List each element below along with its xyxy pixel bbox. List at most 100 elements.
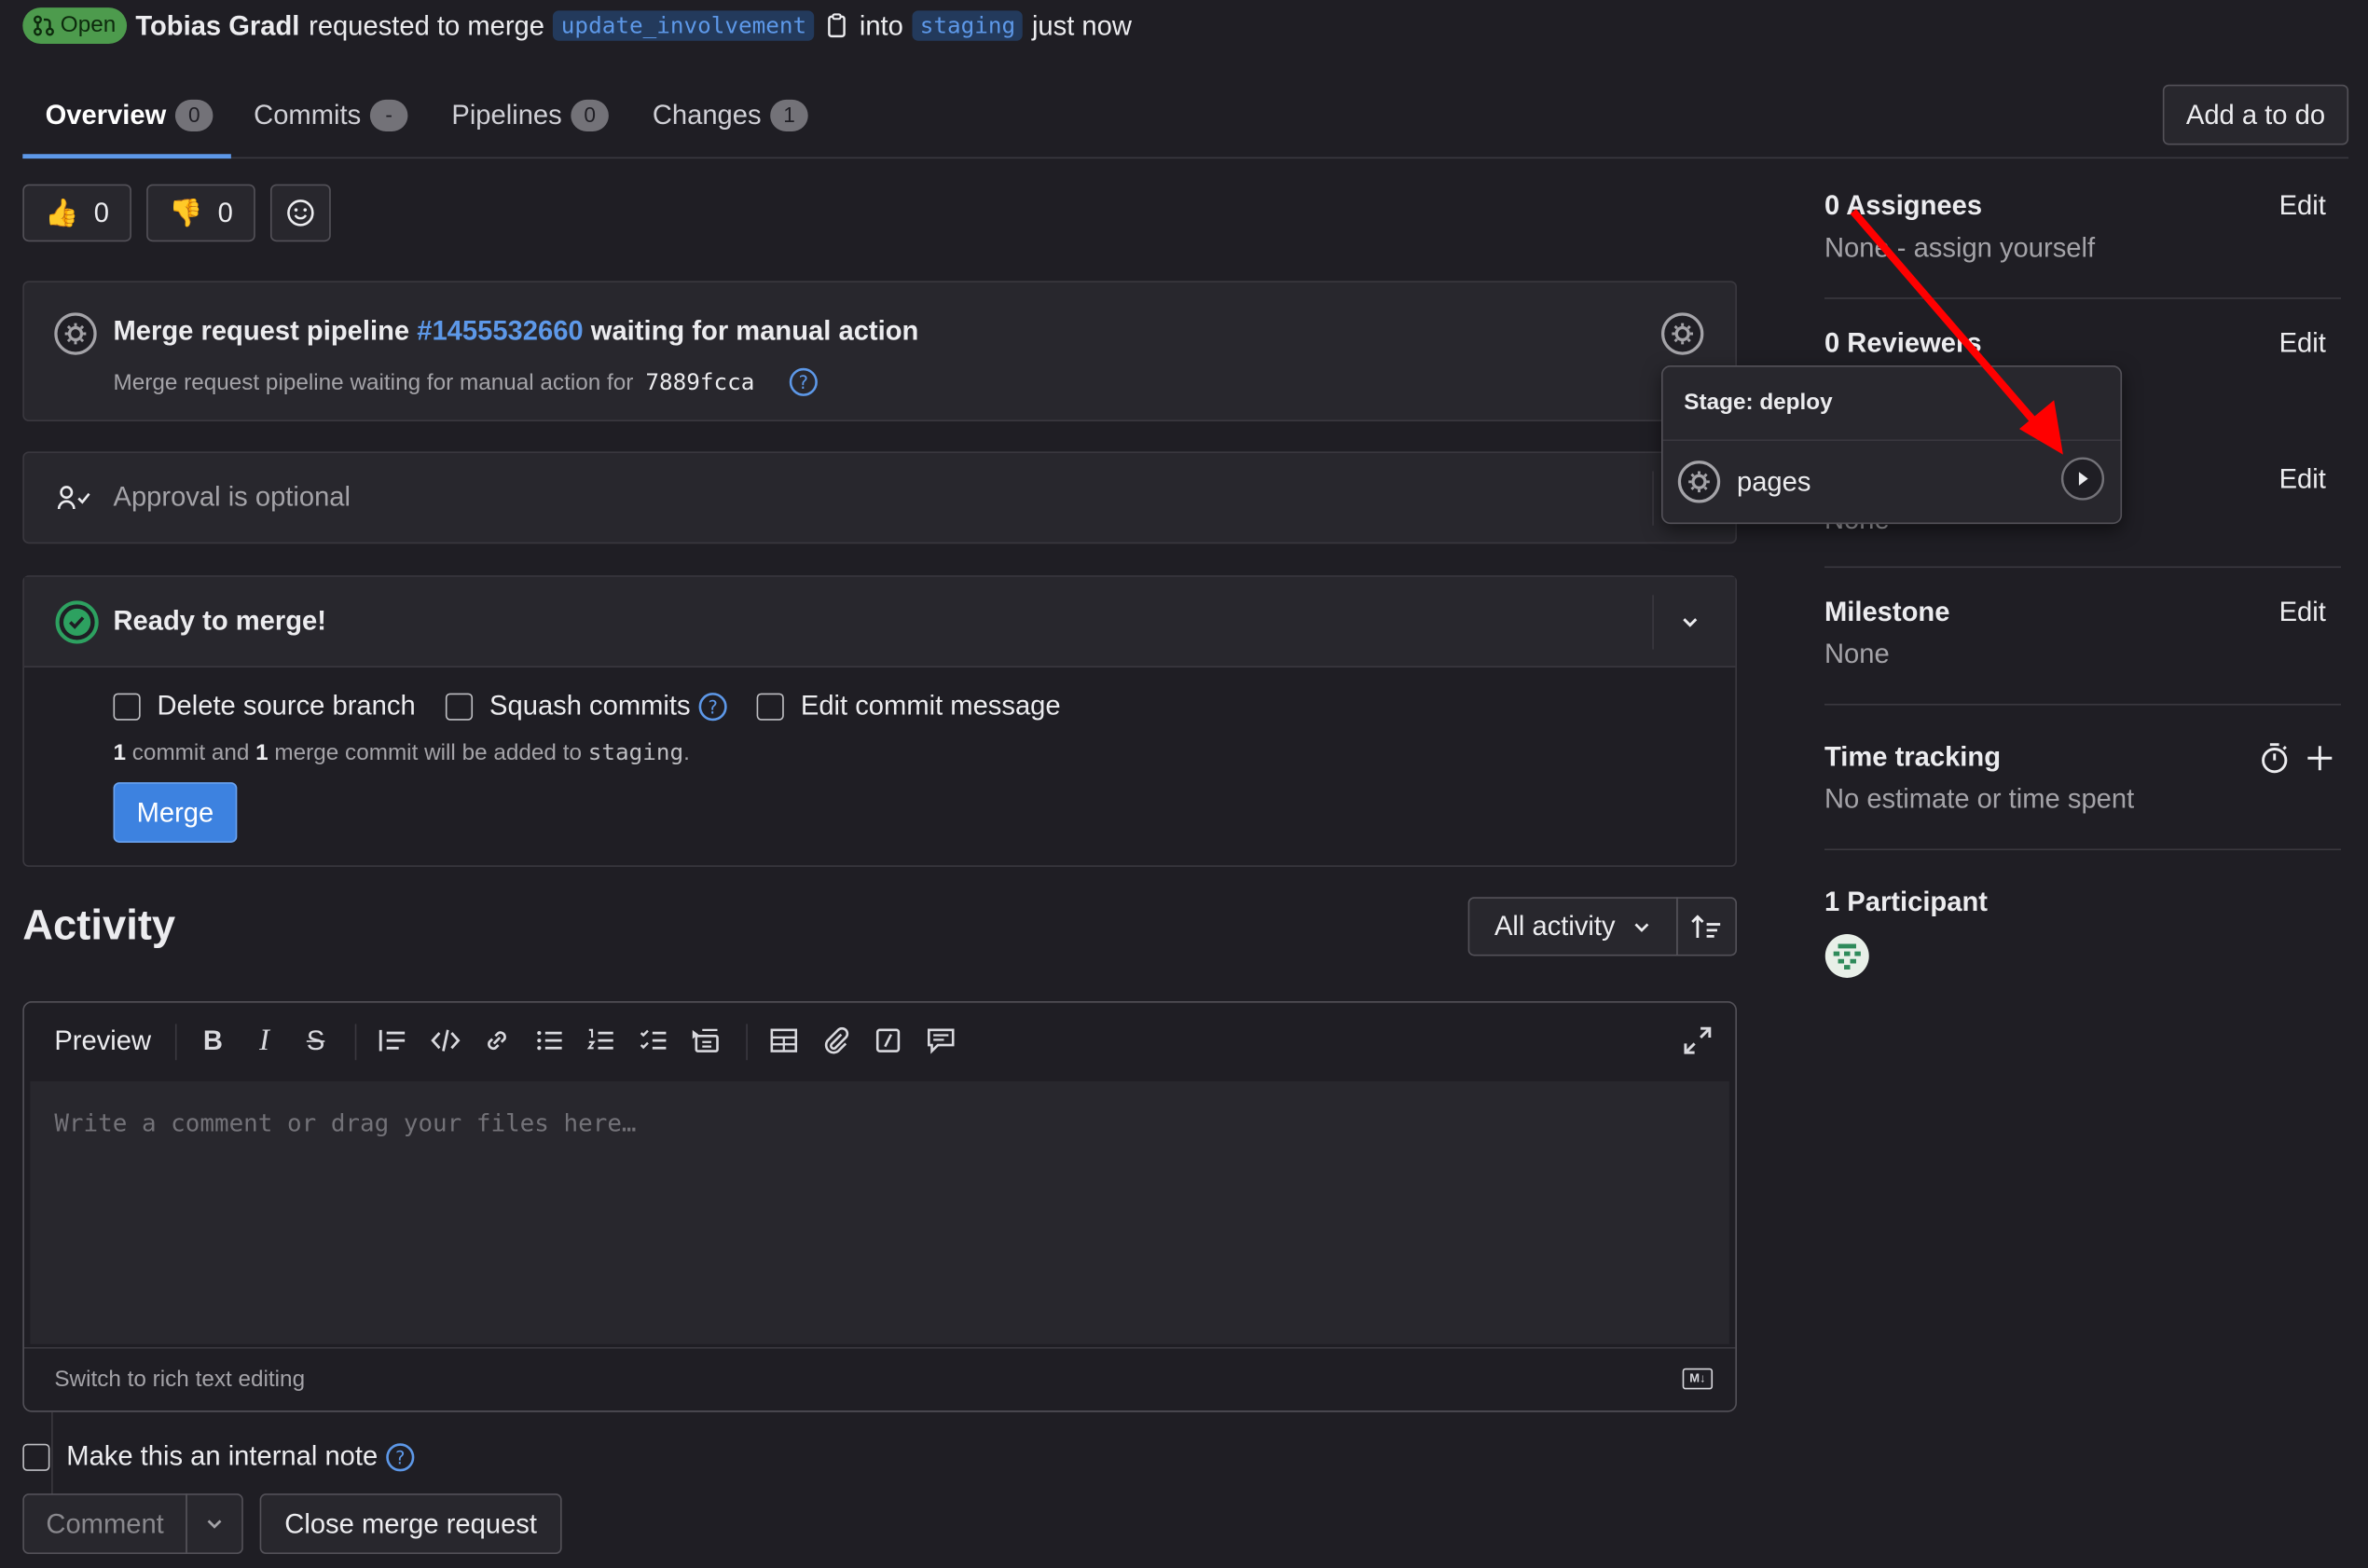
squash-checkbox[interactable]	[446, 692, 474, 720]
attach-icon[interactable]	[815, 1020, 857, 1062]
success-check-icon	[55, 600, 99, 644]
job-name: pages	[1737, 466, 1811, 497]
activity-filter-dropdown[interactable]: All activity	[1467, 897, 1678, 956]
thumbs-up-count: 0	[93, 197, 109, 227]
milestone-edit-link[interactable]: Edit	[2279, 597, 2326, 628]
tab-changes-count: 1	[770, 99, 808, 131]
sort-direction-button[interactable]	[1676, 897, 1737, 956]
bullet-list-icon[interactable]	[528, 1020, 570, 1062]
active-tab-indicator	[22, 154, 231, 159]
target-branch[interactable]: staging	[912, 10, 1024, 41]
tab-changes-label: Changes	[652, 99, 762, 131]
manual-status-icon[interactable]	[53, 311, 99, 357]
svg-text:?: ?	[798, 372, 807, 393]
internal-note-help-icon[interactable]: ?	[385, 1441, 415, 1471]
internal-note-label[interactable]: Make this an internal note	[66, 1440, 378, 1472]
tab-overview-count: 0	[175, 99, 213, 131]
tab-pipelines-count: 0	[571, 99, 609, 131]
summary-branch: staging	[587, 738, 684, 766]
close-merge-request-button[interactable]: Close merge request	[259, 1493, 562, 1554]
annotation-arrow	[1850, 209, 2063, 455]
collapsible-icon[interactable]	[684, 1020, 726, 1062]
reviewers-edit-link[interactable]: Edit	[2279, 328, 2326, 360]
sidebar-divider-2	[1824, 566, 2341, 569]
task-list-icon[interactable]	[632, 1020, 674, 1062]
strikethrough-icon[interactable]: S	[295, 1020, 337, 1062]
tab-commits[interactable]: Commits -	[254, 99, 408, 131]
slash-command-icon[interactable]	[867, 1020, 909, 1062]
author-link[interactable]: Tobias Gradl	[135, 10, 299, 42]
tab-overview-label: Overview	[45, 99, 167, 131]
toolbar-divider-2	[354, 1024, 357, 1061]
toolbar-divider-1	[174, 1024, 177, 1061]
pipeline-sha[interactable]: 7889fcca	[645, 368, 754, 395]
markdown-icon[interactable]: M↓	[1682, 1368, 1714, 1390]
sort-ascending-icon	[1691, 914, 1721, 938]
quote-icon[interactable]	[372, 1020, 414, 1062]
tab-overview[interactable]: Overview 0	[45, 99, 213, 131]
summary-commit-count: 1	[113, 739, 127, 766]
editor-toolbar-format: B I S	[192, 1020, 337, 1062]
squash-label[interactable]: Squash commits	[489, 690, 691, 722]
editor-footer-divider	[23, 1347, 1736, 1349]
sidebar-divider-4	[1824, 848, 2341, 851]
editor-toolbar-insert	[372, 1020, 727, 1062]
comment-options-dropdown[interactable]	[186, 1493, 243, 1554]
table-icon[interactable]	[763, 1020, 805, 1062]
squash-help-icon[interactable]: ?	[698, 691, 728, 721]
pipeline-subtitle-text: Merge request pipeline waiting for manua…	[113, 369, 634, 395]
labels-edit-link[interactable]: Edit	[2279, 463, 2326, 495]
code-icon[interactable]	[423, 1020, 465, 1062]
activity-title: Activity	[22, 901, 176, 949]
thumbs-down-button[interactable]: 👎 0	[146, 184, 255, 242]
chevron-down-icon[interactable]	[1678, 610, 1702, 634]
editor-toolbar-extra	[763, 1020, 961, 1062]
merge-button[interactable]: Merge	[113, 782, 238, 843]
participant-avatar[interactable]	[1824, 933, 1870, 979]
pipeline-id-link[interactable]: #1455532660	[417, 316, 583, 346]
delete-source-checkbox[interactable]	[113, 692, 141, 720]
italic-icon[interactable]: I	[243, 1020, 285, 1062]
thumbs-up-button[interactable]: 👍 0	[22, 184, 131, 242]
tab-commits-count: -	[369, 99, 408, 131]
pipeline-panel	[22, 281, 1737, 421]
chevron-down-icon	[1633, 922, 1648, 932]
edit-commit-label[interactable]: Edit commit message	[801, 690, 1061, 722]
thumbs-up-icon: 👍	[45, 197, 79, 227]
thumbs-down-count: 0	[217, 197, 233, 227]
status-label: Open	[60, 11, 117, 38]
help-icon[interactable]: ?	[788, 367, 818, 397]
chevron-down-icon	[207, 1520, 222, 1529]
bold-icon[interactable]: B	[192, 1020, 234, 1062]
add-todo-button[interactable]: Add a to do	[2162, 84, 2349, 145]
tab-commits-label: Commits	[254, 99, 362, 131]
fullscreen-icon[interactable]	[1681, 1024, 1714, 1057]
summary-merge-count: 1	[255, 739, 268, 766]
manual-job-dropdown-icon[interactable]	[1659, 311, 1705, 357]
comment-button[interactable]: Comment	[22, 1493, 187, 1554]
pipeline-title-suffix: waiting for manual action	[590, 315, 919, 346]
comment-template-icon[interactable]	[919, 1020, 961, 1062]
source-branch[interactable]: update_involvement	[553, 10, 815, 41]
link-icon[interactable]	[475, 1020, 517, 1062]
pipeline-title-prefix: Merge request pipeline	[113, 315, 410, 346]
header-action: requested to merge	[309, 9, 544, 40]
tab-changes[interactable]: Changes 1	[652, 99, 808, 131]
assignees-edit-link[interactable]: Edit	[2279, 190, 2326, 222]
edit-commit-checkbox[interactable]	[756, 692, 785, 720]
add-reaction-button[interactable]	[269, 184, 331, 242]
merge-options: Delete source branch Squash commits ? Ed…	[113, 690, 1061, 722]
internal-note-checkbox[interactable]	[22, 1442, 50, 1471]
header-time: just now	[1031, 9, 1132, 40]
tab-pipelines-label: Pipelines	[451, 99, 562, 131]
summary-text-1: commit and	[131, 739, 250, 766]
preview-tab[interactable]: Preview	[54, 1025, 151, 1057]
stopwatch-icon[interactable]	[2258, 741, 2292, 775]
copy-icon[interactable]	[823, 12, 850, 39]
tab-pipelines[interactable]: Pipelines 0	[451, 99, 609, 131]
numbered-list-icon[interactable]	[580, 1020, 622, 1062]
merge-header-divider	[1652, 595, 1654, 650]
plus-icon[interactable]	[2305, 743, 2334, 773]
delete-source-label[interactable]: Delete source branch	[157, 690, 415, 722]
switch-rich-text-link[interactable]: Switch to rich text editing	[54, 1367, 305, 1393]
